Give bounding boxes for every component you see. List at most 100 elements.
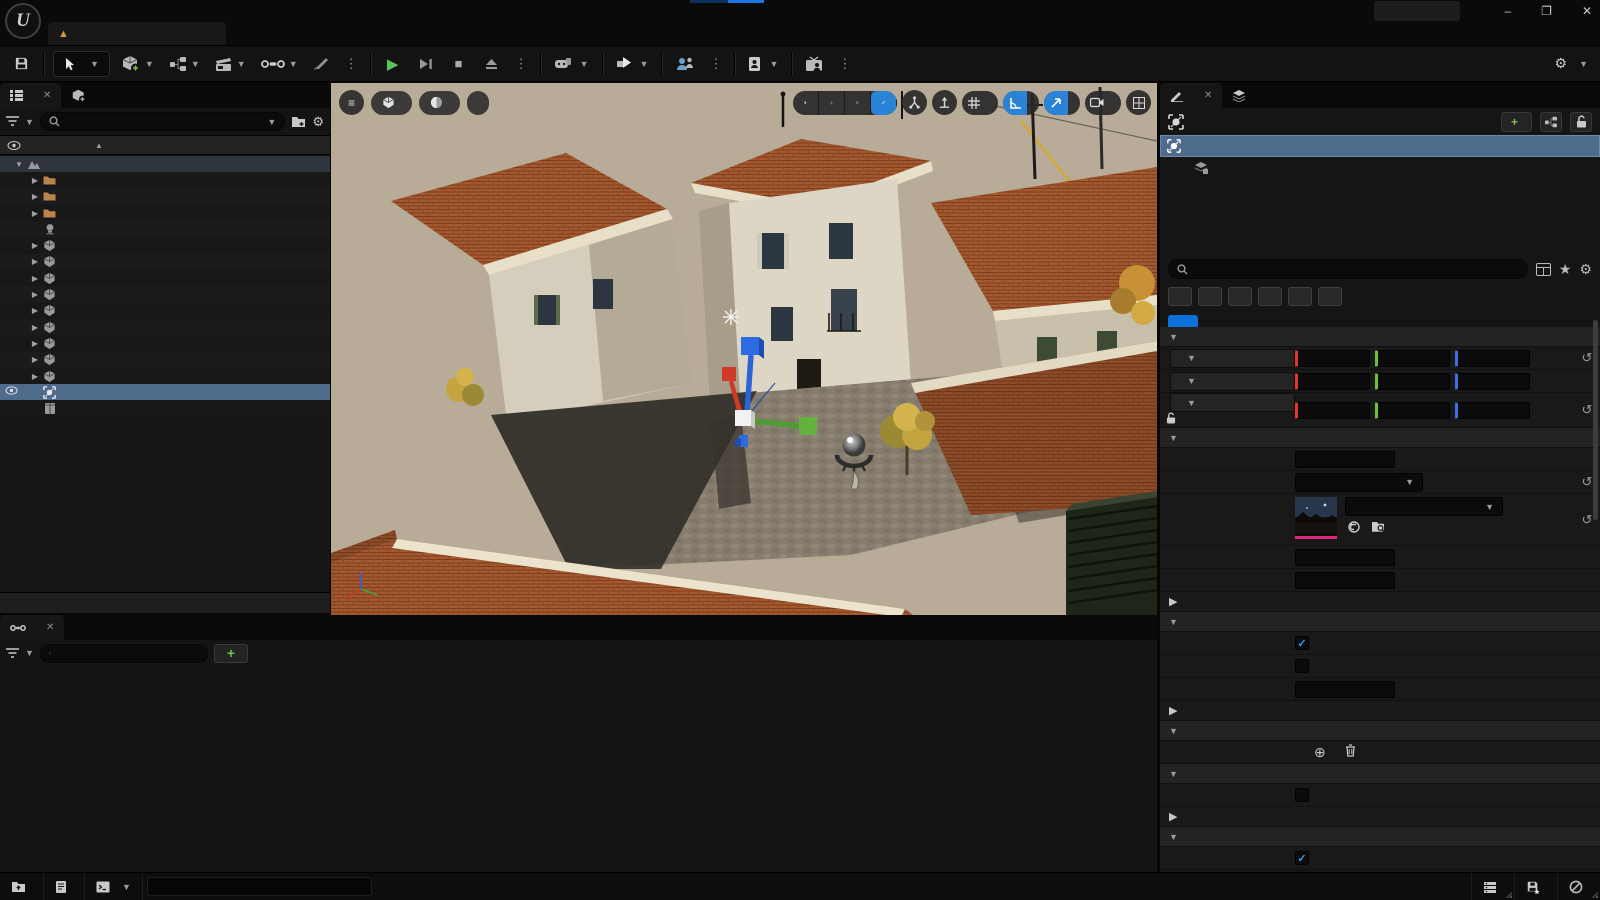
console-command-input[interactable] (147, 877, 372, 896)
output-log-button[interactable] (44, 873, 85, 900)
rotation-snap-control[interactable] (1003, 91, 1039, 115)
grid-snap-control[interactable] (962, 91, 998, 115)
tab-levels[interactable] (1222, 83, 1262, 108)
surface-snapping-button[interactable] (932, 90, 957, 115)
add-component-button[interactable]: + (1501, 112, 1532, 132)
cmd-dropdown[interactable]: ▼ (85, 873, 143, 900)
maximize-button[interactable]: ❐ (1541, 4, 1552, 18)
derived-data-button[interactable] (1471, 873, 1514, 900)
chevron-right-icon[interactable]: ▶ (30, 323, 40, 332)
component-row-instance[interactable] (1160, 135, 1600, 157)
chevron-down-icon[interactable]: ▼ (25, 117, 34, 127)
chevron-right-icon[interactable]: ▶ (30, 241, 40, 250)
content-drawer-button[interactable] (0, 873, 44, 900)
tab-details[interactable]: ✕ (1160, 83, 1222, 108)
save-button[interactable] (8, 51, 34, 77)
outliner-row[interactable]: ▶ (0, 335, 330, 351)
outliner-settings-icon[interactable]: ⚙ (312, 114, 324, 130)
outliner-row[interactable]: ▶ (0, 352, 330, 368)
scale-snap-control[interactable] (1044, 91, 1080, 115)
toolbar-overflow-button[interactable]: ⋮ (342, 56, 361, 72)
section-header[interactable]: ▼ (1160, 764, 1600, 784)
play-options-button[interactable]: ⋮ (512, 56, 531, 72)
tab-place-actors[interactable] (61, 83, 103, 108)
remote-session-button[interactable] (801, 51, 828, 77)
add-element-icon[interactable]: ⊕ (1314, 744, 1326, 761)
vector-field-y[interactable] (1375, 350, 1450, 367)
section-header[interactable]: ▼ (1160, 428, 1600, 448)
category-chip-physics[interactable] (1258, 287, 1282, 306)
outliner-row[interactable]: ▶ (0, 237, 330, 253)
perspective-dropdown[interactable] (371, 91, 412, 115)
details-search-input[interactable] (1194, 263, 1519, 275)
select-tool-button[interactable] (793, 91, 819, 115)
spaces-search[interactable] (40, 644, 208, 663)
value-dropdown[interactable]: ▼ (1295, 473, 1423, 492)
chevron-right-icon[interactable]: ▶ (30, 355, 40, 364)
blueprints-dropdown[interactable]: ▼ (165, 51, 204, 77)
section-header[interactable]: ▼ (1160, 721, 1600, 741)
scale-tool-button[interactable] (871, 91, 897, 115)
minimize-button[interactable]: – (1504, 4, 1511, 18)
chevron-right-icon[interactable]: ▶ (30, 192, 40, 201)
unsaved-button[interactable] (1514, 873, 1557, 900)
move-tool-button[interactable] (819, 91, 845, 115)
chevron-right-icon[interactable]: ▶ (30, 176, 40, 185)
spaces-search-input[interactable] (57, 647, 199, 659)
outliner-row[interactable]: ▶ (0, 368, 330, 384)
vector-field-y[interactable] (1375, 402, 1450, 419)
outliner-row[interactable] (0, 384, 330, 400)
component-row-capture[interactable] (1160, 157, 1600, 179)
chevron-down-icon[interactable]: ▼ (25, 648, 34, 658)
chevron-right-icon[interactable]: ▶ (30, 274, 40, 283)
vector-field-x[interactable] (1295, 373, 1370, 390)
details-settings-icon[interactable]: ⚙ (1579, 261, 1592, 278)
chevron-down-icon[interactable]: ▼ (267, 117, 276, 127)
project-tab[interactable] (1374, 1, 1460, 21)
camera-speed-control[interactable] (1085, 91, 1121, 115)
axis-set-dropdown[interactable]: ▼ (1170, 349, 1295, 368)
settings-dropdown[interactable]: ⚙ ▼ (1555, 55, 1588, 72)
value-input[interactable] (1295, 681, 1395, 698)
cubemap-asset-dropdown[interactable]: ▼ (1345, 497, 1503, 516)
checkbox[interactable]: ✓ (1295, 851, 1309, 865)
outliner-search[interactable]: ▼ (40, 112, 285, 131)
vector-field-z[interactable] (1455, 350, 1530, 367)
unlock-icon[interactable] (1166, 415, 1176, 427)
stop-button[interactable]: ■ (446, 51, 472, 77)
axis-set-dropdown[interactable]: ▼ (1170, 372, 1295, 391)
coordinate-system-button[interactable] (902, 90, 927, 115)
vector-field-y[interactable] (1375, 373, 1450, 390)
close-icon[interactable]: ✕ (1204, 90, 1212, 101)
section-header[interactable]: ▼ (1160, 827, 1600, 847)
tab-outliner[interactable]: ✕ (0, 83, 61, 108)
checkbox[interactable] (1295, 788, 1309, 802)
filter-icon[interactable] (6, 648, 19, 659)
new-folder-icon[interactable] (291, 115, 306, 128)
details-search[interactable] (1168, 259, 1528, 279)
value-input[interactable] (1295, 572, 1395, 589)
play-button[interactable]: ▶ (380, 51, 406, 77)
eject-button[interactable] (479, 51, 505, 77)
show-dropdown[interactable] (467, 91, 489, 115)
platforms-dropdown[interactable]: ▼ (550, 51, 593, 77)
tab-spaces[interactable]: ✕ (0, 615, 64, 640)
chevron-right-icon[interactable]: ▶ (30, 306, 40, 315)
collaboration-button[interactable] (671, 51, 699, 77)
outliner-row[interactable] (0, 221, 330, 237)
outliner-row[interactable]: ▼ (0, 156, 330, 172)
visibility-column-icon[interactable] (7, 141, 21, 150)
level-viewport[interactable]: ≡ (331, 83, 1157, 615)
checkbox[interactable] (1295, 659, 1309, 673)
category-chip-rendering[interactable] (1288, 287, 1312, 306)
close-icon[interactable]: ✕ (46, 622, 54, 633)
category-chip-general[interactable] (1168, 287, 1192, 306)
outliner-row[interactable] (0, 400, 330, 416)
outliner-row[interactable]: ▶ (0, 189, 330, 205)
lock-details-button[interactable] (1570, 112, 1592, 132)
unreal-logo[interactable]: U (5, 3, 41, 39)
section-header[interactable]: ▼ (1160, 612, 1600, 632)
add-actor-dropdown[interactable]: ▼ (117, 51, 158, 77)
filter-icon[interactable] (6, 116, 19, 127)
pixel-streaming-dropdown[interactable]: ▼ (612, 51, 653, 77)
